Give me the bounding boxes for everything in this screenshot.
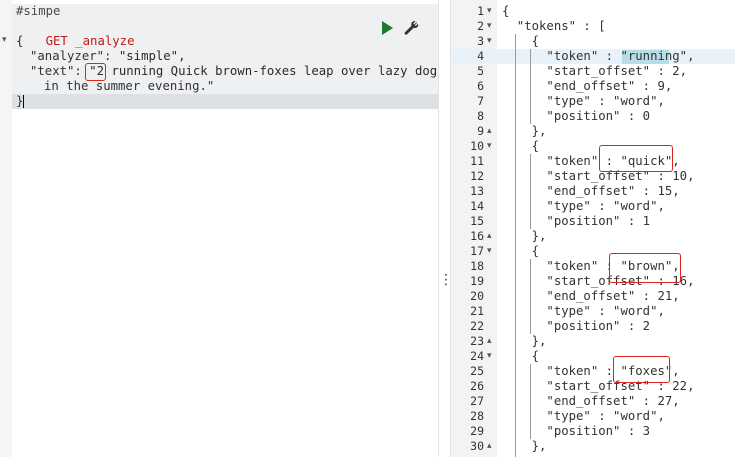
line-number: 4 (477, 49, 484, 63)
analyzer-field: "analyzer": "simple", (30, 49, 186, 64)
line-number: 1 (477, 4, 484, 18)
line-number: 27 (470, 394, 484, 408)
text-value-line2: in the summer evening." (44, 79, 215, 93)
response-code-line: }, (502, 334, 547, 348)
response-code-line: { (502, 139, 540, 153)
line-number: 26 (470, 379, 484, 393)
line-number: 13 (470, 184, 484, 198)
text-value-line1: "2 running Quick brown-foxes leap over l… (89, 64, 438, 78)
response-code-line: { (502, 244, 540, 258)
indent-guide (530, 364, 531, 439)
response-code-line: }, (502, 124, 547, 138)
response-code-line: "end_offset" : 15, (502, 184, 680, 198)
response-code-line: "position" : 0 (502, 109, 651, 123)
line-number: 30 (470, 439, 484, 453)
line-number: 12 (470, 169, 484, 183)
response-code-line: "end_offset" : 9, (502, 79, 673, 93)
indent-guide (515, 34, 516, 457)
line-number: 25 (470, 364, 484, 378)
line-number: 14 (470, 199, 484, 213)
highlight-box-digit (85, 63, 106, 81)
line-number: 29 (470, 424, 484, 438)
fold-toggle-icon[interactable]: ▴ (487, 439, 497, 454)
line-number: 10 (470, 139, 484, 153)
fold-toggle-icon[interactable]: ▾ (487, 4, 497, 19)
resize-handle-icon[interactable]: ⋮ (439, 271, 453, 289)
response-code-line: "position" : 1 (502, 214, 651, 228)
fold-toggle-icon[interactable]: ▴ (487, 124, 497, 139)
request-gutter (0, 0, 12, 457)
highlight-box-quick (599, 145, 673, 172)
line-number: 16 (470, 229, 484, 243)
response-code-line: "end_offset" : 21, (502, 289, 680, 303)
line-number: 11 (470, 154, 484, 168)
response-viewer[interactable]: 1 ▾{2 ▾ "tokens" : [3 ▾ {4 "token" : "runni… (451, 0, 735, 457)
text-cursor (23, 95, 24, 108)
fold-toggle-icon[interactable]: ▾ (487, 19, 497, 34)
active-line-highlight (12, 94, 438, 109)
line-number: 3 (477, 34, 484, 48)
request-settings-button[interactable] (403, 20, 419, 36)
analyzer-value: "simple", (118, 49, 186, 63)
fold-toggle-icon[interactable]: ▾ (2, 35, 7, 45)
line-number: 2 (477, 19, 484, 33)
request-line[interactable]: GET _analyze (16, 19, 135, 48)
wrench-icon (404, 21, 419, 35)
play-icon (382, 21, 393, 35)
fold-toggle-icon[interactable]: ▴ (487, 229, 497, 244)
line-number: 7 (477, 94, 484, 108)
run-request-button[interactable] (379, 20, 395, 36)
response-code-line: "position" : 3 (502, 424, 651, 438)
analyzer-separator: : (104, 49, 119, 63)
line-number: 8 (477, 109, 484, 123)
line-number: 15 (470, 214, 484, 228)
response-code-line: { (502, 4, 510, 18)
line-number: 19 (470, 274, 484, 288)
panel-divider[interactable] (438, 0, 451, 457)
response-code-line: }, (502, 439, 547, 453)
response-code-line: "type" : "word", (502, 409, 665, 423)
response-code-line: "tokens" : [ (502, 19, 606, 33)
line-number: 17 (470, 244, 484, 258)
fold-toggle-icon[interactable]: ▾ (487, 349, 497, 364)
analyzer-key: "analyzer" (30, 49, 105, 63)
highlight-box-brown (609, 253, 681, 283)
line-number: 28 (470, 409, 484, 423)
fold-toggle-icon[interactable]: ▾ (487, 139, 497, 154)
response-code-line: "end_offset" : 27, (502, 394, 680, 408)
line-number: 21 (470, 304, 484, 318)
response-code-line: "type" : "word", (502, 304, 665, 318)
highlight-box-foxes (613, 356, 670, 383)
response-code-line: }, (502, 229, 547, 243)
line-number: 20 (470, 289, 484, 303)
line-number: 23 (470, 334, 484, 348)
indent-guide (530, 259, 531, 334)
line-number: 24 (470, 349, 484, 363)
response-code-line: "position" : 2 (502, 319, 651, 333)
response-code-line: { (502, 34, 540, 48)
request-endpoint: _analyze (75, 34, 135, 48)
line-number: 18 (470, 259, 484, 273)
line-number: 6 (477, 79, 484, 93)
indent-guide (530, 154, 531, 229)
response-code-line: "type" : "word", (502, 199, 665, 213)
request-open-brace: { (16, 34, 24, 48)
line-number: 9 (477, 124, 484, 138)
fold-toggle-icon[interactable]: ▾ (487, 244, 497, 259)
response-code-line: "type" : "word", (502, 94, 665, 108)
text-key: "text" (30, 64, 75, 78)
http-method: GET (45, 34, 68, 48)
line-number: 22 (470, 319, 484, 333)
indent-guide (530, 49, 531, 124)
fold-toggle-icon[interactable]: ▴ (487, 334, 497, 349)
line-number: 5 (477, 64, 484, 78)
request-comment: #simpe (16, 4, 61, 18)
fold-toggle-icon[interactable]: ▾ (487, 34, 497, 49)
response-code-line: { (502, 349, 540, 363)
request-editor[interactable]: #simpe GET _analyze ▾ { "analyzer": "sim… (0, 0, 438, 457)
